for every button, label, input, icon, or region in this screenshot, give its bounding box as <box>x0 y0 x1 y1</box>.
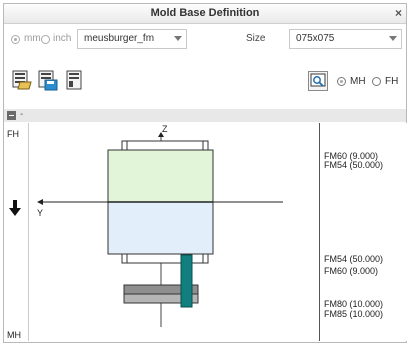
plate-list: FM60 (9.000) FM54 (50.000) FM54 (50.000)… <box>319 123 407 341</box>
plate-label: FM80 (10.000) <box>324 299 384 309</box>
load-assembly-icon <box>12 70 32 90</box>
lower-core-plate <box>107 201 214 255</box>
save-assembly-button[interactable] <box>37 69 59 91</box>
panel-header-label: - <box>20 109 24 120</box>
ejector-pin <box>180 254 193 308</box>
fh-label: FH <box>385 76 399 87</box>
inch-label: inch <box>53 33 72 44</box>
plate-label: FM85 (10.000) <box>324 309 384 319</box>
arrow-down-icon <box>9 200 21 216</box>
close-button[interactable]: × <box>395 4 402 23</box>
mm-label: mm <box>24 33 41 44</box>
plate-label: FM60 (9.000) <box>324 266 379 276</box>
size-select[interactable]: 075x075 <box>289 29 402 49</box>
plate-label: FM54 (50.000) <box>324 160 384 170</box>
units-row: mm inch meusburger_fm Size 075x075 <box>4 27 406 51</box>
mold-base-dialog: Mold Base Definition × mm inch meusburge… <box>3 3 407 343</box>
mh-radio[interactable] <box>337 77 346 86</box>
mm-radio[interactable] <box>11 35 20 44</box>
title-bar: Mold Base Definition × <box>4 4 406 24</box>
plate-label: FM54 (50.000) <box>324 254 384 264</box>
properties-icon <box>66 70 82 90</box>
mold-preview-panel: - FH MH Z Y FM60 (9.000) FM54 (50.000) F… <box>4 109 407 342</box>
properties-button[interactable] <box>63 69 85 91</box>
y-axis-label: Y <box>37 208 43 218</box>
supplier-value: meusburger_fm <box>84 33 155 44</box>
side-label-column: FH MH <box>4 123 29 341</box>
inch-radio[interactable] <box>41 35 50 44</box>
side-label-top: FH <box>7 129 19 139</box>
y-axis-arrow <box>37 199 43 205</box>
mold-drawing: Z Y <box>37 124 283 327</box>
side-label-bottom: MH <box>7 330 21 340</box>
size-label: Size <box>246 33 266 44</box>
fh-radio[interactable] <box>372 77 381 86</box>
mh-label: MH <box>350 76 366 87</box>
load-assembly-button[interactable] <box>11 69 33 91</box>
preview-button[interactable] <box>308 71 328 91</box>
chevron-down-icon <box>389 36 397 41</box>
chevron-down-icon <box>174 36 182 41</box>
top-clamp-plate <box>121 140 209 151</box>
preview-icon <box>310 73 326 87</box>
bottom-support-plate <box>121 253 209 264</box>
mold-canvas: Z Y <box>29 123 319 341</box>
dialog-title: Mold Base Definition <box>150 7 260 19</box>
supplier-select[interactable]: meusburger_fm <box>77 29 187 49</box>
collapse-icon[interactable] <box>7 111 16 120</box>
z-axis-label: Z <box>162 124 168 134</box>
size-value: 075x075 <box>296 33 335 44</box>
upper-cavity-plate <box>107 149 214 203</box>
save-assembly-icon <box>38 70 58 91</box>
panel-header: - <box>4 109 406 122</box>
